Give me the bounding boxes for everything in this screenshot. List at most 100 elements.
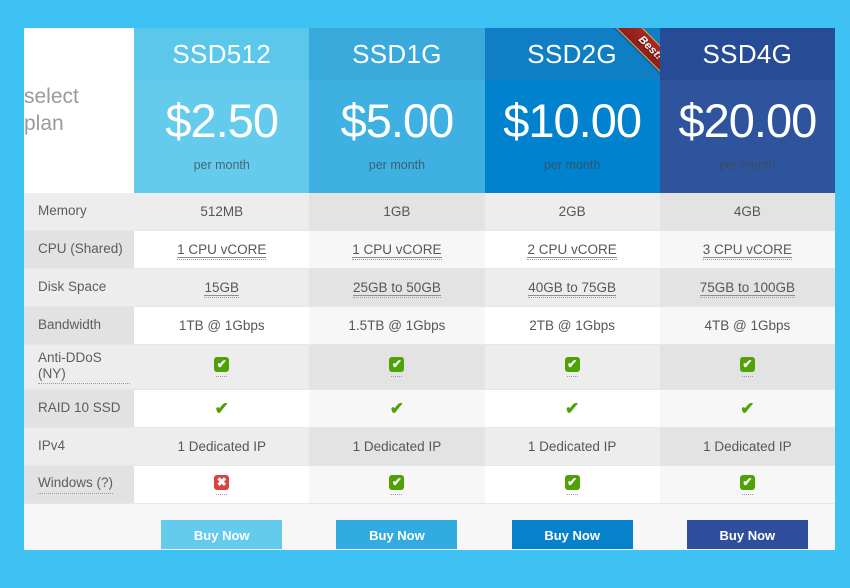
check-icon: ✔	[214, 357, 230, 378]
feature-label-text: Anti-DDoS (NY)	[38, 350, 131, 385]
feature-value-cell: 4GB	[659, 193, 835, 231]
plan-header-ssd1g: SSD1G	[309, 28, 485, 80]
buy-now-button-ssd2g[interactable]: Buy Now	[511, 519, 633, 549]
feature-label-text: CPU (Shared)	[38, 241, 123, 257]
select-plan-line1: select	[24, 84, 79, 108]
feature-value-text: 1 CPU vCORE	[177, 241, 267, 260]
check-icon: ✔	[740, 399, 755, 418]
feature-value-cell[interactable]: ✔	[659, 344, 835, 390]
feature-value-cell[interactable]: 25GB to 50GB	[309, 268, 485, 307]
pricing-table: select plan SSD512 SSD1G SSD2G Best! SSD4G $2.5…	[24, 28, 835, 550]
feature-value-cell: 1 Dedicated IP	[659, 427, 835, 466]
price-period-label: per month	[719, 158, 776, 172]
feature-label-raid-10-ssd: RAID 10 SSD	[24, 389, 135, 428]
price-box: $5.00 per month	[309, 80, 484, 193]
feature-value-cell: ✔	[659, 389, 835, 428]
feature-value-text: 1 Dedicated IP	[177, 439, 266, 454]
feature-value-text: 2GB	[558, 204, 586, 219]
feature-value-text: 1 Dedicated IP	[527, 439, 617, 454]
icon-glyph: ✔	[216, 357, 227, 372]
feature-value-text: 1GB	[383, 204, 411, 219]
price-period-label: per month	[543, 158, 601, 172]
feature-value-cell[interactable]: 15GB	[134, 268, 310, 307]
check-box-icon: ✔	[214, 357, 230, 373]
feature-value-cell: 2GB	[484, 193, 660, 231]
feature-label-text: Memory	[38, 203, 87, 219]
buy-button-cell: Buy Now	[659, 503, 835, 550]
check-icon: ✔	[389, 399, 405, 418]
feature-label-text: Bandwidth	[38, 317, 102, 333]
feature-label-text: IPv4	[38, 438, 66, 454]
feature-value-text: 2 CPU vCORE	[527, 241, 618, 260]
feature-value-text: 1TB @ 1Gbps	[178, 318, 265, 333]
feature-label-text: Disk Space	[38, 279, 107, 295]
table-row: Bandwidth 1TB @ 1Gbps 1.5TB @ 1Gbps 2TB @ 1…	[24, 306, 835, 345]
table-row: Anti-DDoS (NY) ✔ ✔ ✔ ✔	[24, 344, 835, 390]
feature-value-cell[interactable]: ✖	[134, 465, 310, 504]
feature-value-cell[interactable]: 40GB to 75GB	[484, 268, 660, 307]
feature-value-cell[interactable]: 75GB to 100GB	[659, 268, 835, 307]
icon-glyph: ✔	[567, 357, 578, 372]
feature-value-cell[interactable]: ✔	[309, 344, 485, 390]
feature-value-cell: 1 Dedicated IP	[309, 427, 485, 466]
feature-value-cell: ✔	[134, 389, 310, 428]
feature-value-cell[interactable]: ✔	[309, 465, 485, 504]
check-icon: ✔	[739, 357, 755, 378]
cross-icon: ✖	[214, 474, 230, 495]
check-icon: ✔	[389, 357, 405, 378]
feature-label-anti-ddos-ny[interactable]: Anti-DDoS (NY)	[24, 344, 135, 390]
price-amount: $2.50	[165, 94, 279, 147]
feature-value-cell[interactable]: ✔	[134, 344, 310, 390]
buy-now-button-ssd512[interactable]: Buy Now	[161, 519, 283, 549]
feature-value-cell: 1GB	[309, 193, 485, 231]
check-icon: ✔	[565, 399, 580, 418]
buy-button-cell: Buy Now	[309, 503, 485, 550]
icon-glyph: ✔	[742, 474, 753, 489]
check-icon: ✔	[389, 474, 405, 495]
icon-glyph: ✔	[391, 474, 402, 489]
feature-value-text: 1 Dedicated IP	[703, 439, 792, 454]
table-row: RAID 10 SSD ✔ ✔ ✔ ✔	[24, 389, 835, 428]
feature-value-cell[interactable]: ✔	[659, 465, 835, 504]
table-row: Memory 512MB 1GB 2GB 4GB	[24, 193, 835, 231]
table-row: Windows (?) ✖ ✔ ✔ ✔	[24, 465, 835, 504]
feature-label-bandwidth: Bandwidth	[24, 306, 135, 345]
check-box-icon: ✔	[564, 474, 580, 490]
plan-names-row: select plan SSD512 SSD1G SSD2G Best! SSD4G	[24, 28, 835, 193]
feature-value-cell: ✔	[309, 389, 485, 428]
icon-glyph: ✖	[216, 474, 227, 489]
feature-value-text: 1 CPU vCORE	[352, 241, 442, 260]
check-box-icon: ✔	[564, 357, 580, 373]
feature-value-cell[interactable]: 1 CPU vCORE	[134, 230, 310, 269]
plan-name-label: SSD1G	[352, 39, 442, 69]
feature-value-cell[interactable]: 3 CPU vCORE	[659, 230, 835, 269]
feature-value-cell: 4TB @ 1Gbps	[659, 306, 835, 345]
feature-value-cell[interactable]: ✔	[484, 344, 660, 390]
feature-value-text: 25GB to 50GB	[353, 279, 441, 298]
feature-value-text: 40GB to 75GB	[528, 279, 617, 298]
feature-value-cell: 1.5TB @ 1Gbps	[309, 306, 485, 345]
plan-price-cell-ssd512: $2.50 per month	[134, 80, 310, 193]
buy-now-button-ssd4g[interactable]: Buy Now	[686, 519, 808, 549]
feature-value-cell[interactable]: 1 CPU vCORE	[309, 230, 485, 269]
feature-label-cpu-shared: CPU (Shared)	[24, 230, 135, 269]
feature-value-text: 1 Dedicated IP	[352, 439, 442, 454]
icon-glyph: ✔	[567, 474, 578, 489]
feature-value-text: 75GB to 100GB	[699, 279, 796, 298]
feature-value-cell: 1 Dedicated IP	[134, 427, 310, 466]
buy-button-cell: Buy Now	[134, 503, 310, 550]
check-icon: ✔	[739, 474, 755, 495]
feature-label-windows[interactable]: Windows (?)	[24, 465, 135, 504]
feature-value-cell[interactable]: ✔	[484, 465, 660, 504]
price-box: $10.00 per month	[485, 80, 660, 193]
feature-value-cell[interactable]: 2 CPU vCORE	[484, 230, 660, 269]
footer-spacer-cell	[24, 503, 135, 550]
price-box: $20.00 per month	[660, 80, 835, 193]
check-icon: ✔	[564, 357, 580, 378]
buy-now-button-ssd1g[interactable]: Buy Now	[336, 519, 458, 549]
pricing-table-container: select plan SSD512 SSD1G SSD2G Best! SSD4G $2.5…	[24, 28, 835, 550]
feature-label-text: Windows (?)	[38, 475, 114, 494]
feature-label-memory: Memory	[24, 193, 135, 231]
select-plan-cell: select plan	[24, 28, 135, 193]
feature-value-text: 15GB	[204, 279, 239, 298]
